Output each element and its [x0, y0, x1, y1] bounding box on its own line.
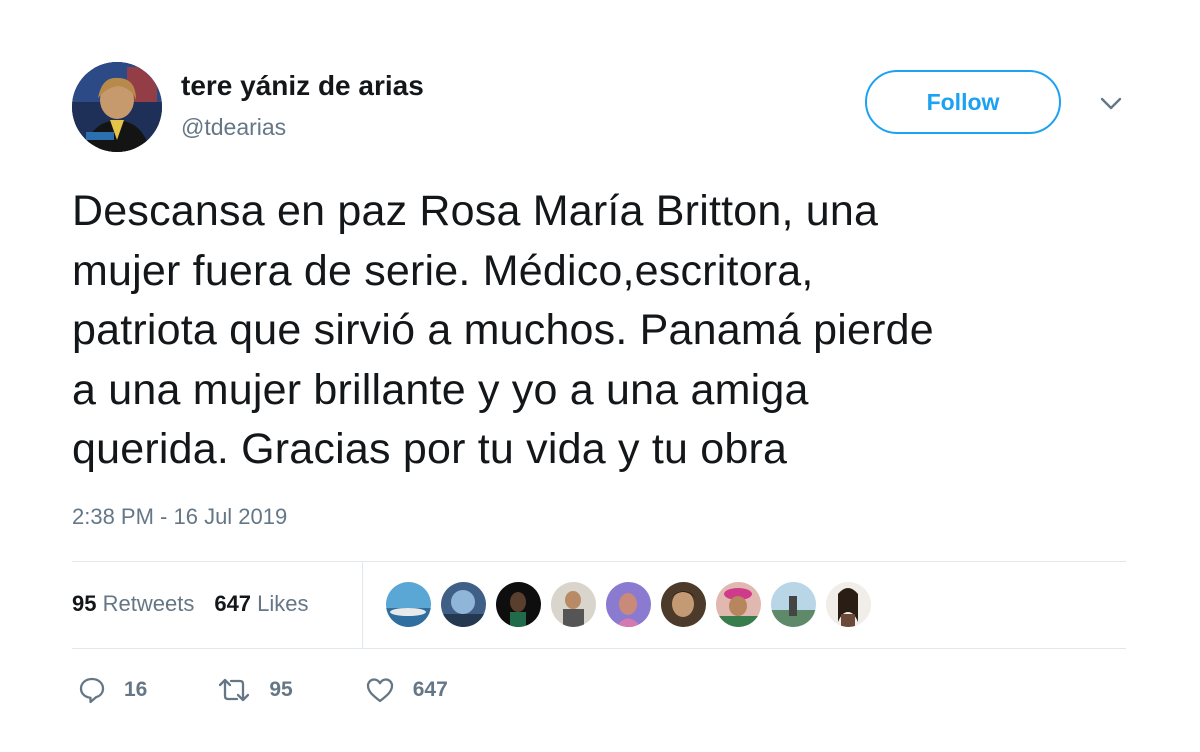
tweet-card: tere yániz de arias @tdearias Follow Des… — [0, 0, 1200, 752]
likes-stat[interactable]: 647 Likes — [214, 591, 308, 617]
liker-avatar[interactable] — [606, 582, 651, 627]
retweets-label: Retweets — [102, 591, 195, 616]
likes-count: 647 — [214, 591, 252, 616]
likes-label: Likes — [257, 591, 309, 616]
liker-avatar[interactable] — [496, 582, 541, 627]
retweet-button[interactable]: 95 — [217, 676, 293, 704]
follow-button[interactable]: Follow — [865, 70, 1061, 134]
avatar[interactable] — [72, 62, 162, 152]
avatar-image — [72, 62, 162, 152]
retweet-icon — [217, 676, 251, 704]
divider — [72, 561, 1126, 562]
reply-count: 16 — [124, 678, 148, 701]
liker-avatar[interactable] — [771, 582, 816, 627]
tweet-actions: 16 95 647 — [78, 676, 448, 704]
tweet-text: Descansa en paz Rosa María Britton, una … — [72, 187, 934, 473]
liker-avatar[interactable] — [386, 582, 431, 627]
like-button[interactable]: 647 — [365, 676, 448, 704]
liker-avatar[interactable] — [826, 582, 871, 627]
liker-avatar[interactable] — [661, 582, 706, 627]
retweets-stat[interactable]: 95 Retweets — [72, 591, 194, 617]
tweet-timestamp[interactable]: 2:38 PM - 16 Jul 2019 — [72, 504, 287, 530]
stats-divider — [362, 562, 363, 648]
retweet-count: 95 — [269, 678, 293, 701]
retweets-count: 95 — [72, 591, 97, 616]
liked-by-avatars — [386, 582, 871, 627]
divider — [72, 648, 1126, 649]
user-handle[interactable]: @tdearias — [181, 114, 286, 141]
user-name[interactable]: tere yániz de arias — [181, 70, 424, 102]
reply-icon — [78, 676, 106, 704]
tweet-stats: 95 Retweets 647 Likes — [72, 591, 309, 617]
liker-avatar[interactable] — [441, 582, 486, 627]
heart-icon — [365, 676, 395, 704]
reply-button[interactable]: 16 — [78, 676, 147, 704]
liker-avatar[interactable] — [551, 582, 596, 627]
chevron-down-icon[interactable] — [1096, 92, 1126, 116]
liker-avatar[interactable] — [716, 582, 761, 627]
like-count: 647 — [412, 678, 448, 701]
